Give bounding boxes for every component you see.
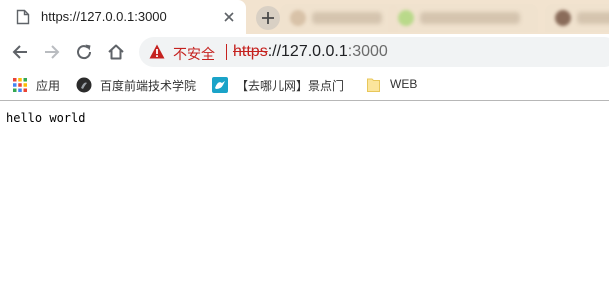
url-separator: :// (267, 43, 282, 60)
toolbar: 不安全 https://127.0.0.1:3000 (0, 34, 609, 70)
bookmark-label: 【去哪儿网】景点门 (236, 79, 345, 93)
blurred-tab-title (312, 12, 382, 24)
home-icon[interactable] (107, 43, 125, 61)
blurred-favicon-icon (398, 10, 414, 26)
forward-arrow-icon[interactable] (43, 43, 61, 61)
blurred-tab-title (577, 12, 609, 24)
url-port: :3000 (347, 43, 388, 60)
back-arrow-icon[interactable] (11, 43, 29, 61)
tab-title: https://127.0.0.1:3000 (41, 9, 167, 24)
background-tab[interactable] (388, 4, 538, 32)
url-text[interactable]: https://127.0.0.1:3000 (233, 43, 388, 61)
url-host: 127.0.0.1 (281, 43, 348, 60)
page-body-text: hello world (6, 111, 86, 125)
tab-strip: https://127.0.0.1:3000 (0, 0, 609, 34)
bookmark-label: WEB (390, 77, 418, 91)
security-divider (226, 44, 227, 60)
folder-icon (367, 78, 380, 92)
blurred-favicon-icon (555, 10, 571, 26)
bookmark-label: 百度前端技术学院 (100, 79, 197, 93)
new-tab-button[interactable] (256, 6, 280, 30)
page-viewport: hello world (0, 102, 609, 293)
warning-triangle-icon[interactable] (149, 44, 165, 59)
document-icon (16, 9, 30, 25)
background-tab[interactable] (280, 4, 398, 32)
bookmark-label: 应用 (36, 79, 61, 93)
plus-icon (262, 12, 274, 24)
background-tab[interactable] (545, 4, 609, 32)
address-bar[interactable]: 不安全 https://127.0.0.1:3000 (139, 37, 609, 67)
browser-chrome: https://127.0.0.1:3000 不安全 https://127.0… (0, 0, 609, 102)
qunar-icon (212, 77, 228, 93)
close-icon[interactable] (222, 10, 236, 24)
reload-icon[interactable] (75, 43, 93, 61)
baidu-ife-icon (76, 77, 92, 93)
bookmarks-bar: 应用 百度前端技术学院 【去哪儿网】景点门 WEB (0, 70, 609, 101)
apps-grid-icon (13, 78, 27, 92)
blurred-favicon-icon (290, 10, 306, 26)
tab-active[interactable]: https://127.0.0.1:3000 (0, 0, 246, 34)
url-scheme: https (233, 43, 268, 60)
security-status-label[interactable]: 不安全 (173, 44, 215, 64)
blurred-tab-title (420, 12, 520, 24)
